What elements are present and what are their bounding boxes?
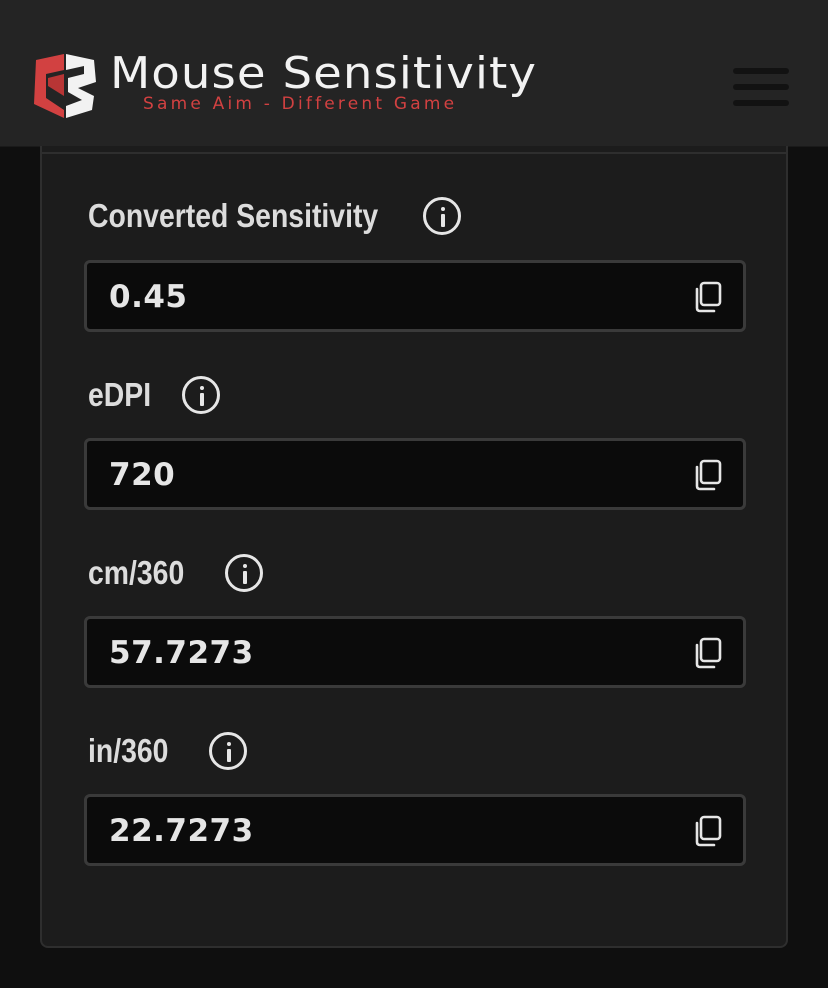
edpi-label: eDPI xyxy=(88,376,152,413)
converted-sensitivity-field[interactable]: 0.45 xyxy=(84,260,746,332)
in-360-label: in/360 xyxy=(88,732,169,769)
info-icon[interactable] xyxy=(209,732,247,770)
panel-divider xyxy=(42,152,786,154)
converted-sensitivity-value[interactable]: 0.45 xyxy=(109,279,188,315)
site-header: Mouse Sensitivity Same Aim - Different G… xyxy=(0,0,828,147)
copy-icon[interactable] xyxy=(693,637,723,669)
edpi-value[interactable]: 720 xyxy=(109,457,175,493)
copy-icon[interactable] xyxy=(693,281,723,313)
converted-sensitivity-label: Converted Sensitivity xyxy=(88,197,379,234)
hamburger-bar xyxy=(733,100,789,106)
cm-360-label: cm/360 xyxy=(88,554,185,591)
logo-icon[interactable] xyxy=(28,52,100,120)
field-label-row: Converted Sensitivity xyxy=(88,196,461,236)
info-icon[interactable] xyxy=(182,376,220,414)
hamburger-bar xyxy=(733,84,789,90)
info-icon[interactable] xyxy=(225,554,263,592)
info-icon[interactable] xyxy=(423,197,461,235)
copy-icon[interactable] xyxy=(693,459,723,491)
cm-360-value[interactable]: 57.7273 xyxy=(109,635,254,671)
field-label-row: eDPI xyxy=(88,375,220,415)
hamburger-bar xyxy=(733,68,789,74)
in-360-value[interactable]: 22.7273 xyxy=(109,813,254,849)
field-label-row: cm/360 xyxy=(88,553,263,593)
hamburger-menu-icon[interactable] xyxy=(733,68,791,108)
field-label-row: in/360 xyxy=(88,731,247,771)
cm-360-field[interactable]: 57.7273 xyxy=(84,616,746,688)
brand-tagline: Same Aim - Different Game xyxy=(143,94,458,114)
results-panel: Converted Sensitivity 0.45 eDPI 720 cm/3… xyxy=(40,146,788,948)
in-360-field[interactable]: 22.7273 xyxy=(84,794,746,866)
edpi-field[interactable]: 720 xyxy=(84,438,746,510)
brand-title[interactable]: Mouse Sensitivity xyxy=(110,52,537,96)
copy-icon[interactable] xyxy=(693,815,723,847)
